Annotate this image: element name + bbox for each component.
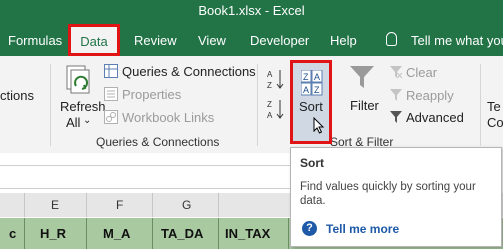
window-title: Book1.xlsx - Excel xyxy=(198,3,305,18)
tab-help[interactable]: Help xyxy=(330,33,357,48)
column-divider xyxy=(24,193,25,217)
svg-text:Z: Z xyxy=(314,85,320,95)
tab-developer[interactable]: Developer xyxy=(250,33,309,48)
tooltip-title: Sort xyxy=(300,156,324,170)
sort-tooltip: Sort Find values quickly by sorting your… xyxy=(290,147,502,247)
title-bar: Book1.xlsx - Excel xyxy=(0,0,503,24)
text-to-columns-partial[interactable]: Te xyxy=(487,99,501,114)
cell-text: IN_TAX xyxy=(225,226,271,241)
chevron-down-icon[interactable]: ⌄ xyxy=(83,115,91,126)
tab-formulas[interactable]: Formulas xyxy=(8,33,62,48)
filter-button[interactable]: Filter xyxy=(350,98,379,113)
advanced-filter-icon xyxy=(390,111,402,123)
tab-data[interactable]: Data xyxy=(68,24,120,56)
sort-label: Sort xyxy=(299,99,323,114)
group-separator xyxy=(480,64,481,146)
svg-text:Z: Z xyxy=(267,100,272,109)
properties-button[interactable]: Properties xyxy=(122,87,181,102)
tooltip-description: Find values quickly by sorting your data… xyxy=(300,181,476,207)
sort-z-to-a-icon[interactable]: Z A xyxy=(267,98,285,120)
tab-data-label: Data xyxy=(80,34,108,49)
svg-text:A: A xyxy=(314,72,320,82)
reapply-button[interactable]: Reapply xyxy=(406,88,454,103)
formula-input[interactable] xyxy=(0,165,291,189)
advanced-button[interactable]: Advanced xyxy=(406,110,464,125)
workbook-links-button[interactable]: Workbook Links xyxy=(122,110,214,125)
clear-filter-icon xyxy=(390,66,403,79)
filter-icon[interactable] xyxy=(349,64,375,90)
cell-text: TA_DA xyxy=(161,226,204,241)
clear-button[interactable]: Clear xyxy=(406,65,437,80)
sort-icon: Z A A Z xyxy=(301,70,323,96)
cell-text: c xyxy=(9,226,17,241)
reapply-icon xyxy=(390,89,402,101)
refresh-all-label[interactable]: Refresh xyxy=(60,99,106,114)
queries-connections-icon xyxy=(104,64,118,78)
svg-text:A: A xyxy=(267,70,273,79)
ribbon-data: ctions Refresh All ⌄ Queries & Connectio… xyxy=(0,56,503,154)
lightbulb-icon xyxy=(386,32,397,46)
cell-text: H_R xyxy=(40,226,67,241)
cell-text: M_A xyxy=(103,226,131,241)
refresh-all-label-2[interactable]: All xyxy=(66,115,80,130)
mouse-cursor-icon xyxy=(313,117,325,134)
column-header-g[interactable]: G xyxy=(182,198,191,212)
column-divider xyxy=(152,193,153,217)
columns-partial[interactable]: Co xyxy=(487,115,503,130)
group-label-queries: Queries & Connections xyxy=(96,135,220,149)
svg-text:A: A xyxy=(267,111,273,120)
properties-icon xyxy=(104,87,118,101)
workbook-links-icon xyxy=(104,110,118,124)
tell-me-search[interactable]: Tell me what you xyxy=(411,33,503,48)
svg-text:Z: Z xyxy=(303,72,309,82)
column-divider xyxy=(218,193,219,217)
tab-review[interactable]: Review xyxy=(134,33,177,48)
column-header-e[interactable]: E xyxy=(51,198,59,212)
refresh-all-icon[interactable] xyxy=(64,64,92,94)
column-divider xyxy=(86,193,87,217)
queries-connections-button[interactable]: Queries & Connections xyxy=(122,64,256,79)
sort-button[interactable]: Z A A Z Sort xyxy=(290,60,332,144)
tab-view[interactable]: View xyxy=(198,33,226,48)
svg-text:A: A xyxy=(303,85,309,95)
group-separator xyxy=(257,64,258,146)
svg-text:Z: Z xyxy=(267,81,272,90)
sort-a-to-z-icon[interactable]: A Z xyxy=(267,68,285,90)
group-separator xyxy=(50,64,51,146)
connections-partial-label[interactable]: ctions xyxy=(0,88,34,103)
column-header-f[interactable]: F xyxy=(116,198,123,212)
tell-me-more-link[interactable]: Tell me more xyxy=(326,222,399,236)
help-icon: ? xyxy=(302,221,317,236)
